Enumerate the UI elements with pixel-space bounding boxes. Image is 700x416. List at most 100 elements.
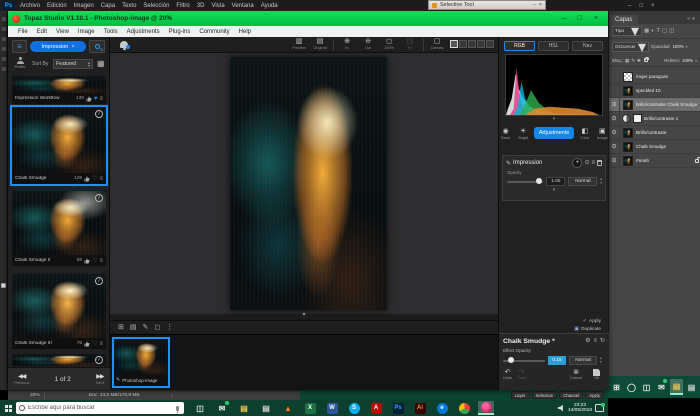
favorite-icon[interactable]: ♥ <box>94 96 98 102</box>
layer-row[interactable]: mujer paraguas <box>609 70 700 84</box>
mask-tool-icon[interactable]: ▤ <box>130 324 137 332</box>
effect-opacity-slider[interactable] <box>503 360 545 362</box>
duplicate-button[interactable]: ▣Duplicate <box>574 326 601 332</box>
menu-icon[interactable]: ≡ <box>12 40 27 53</box>
panel-menu-icon[interactable]: «≡ <box>687 16 700 24</box>
task-view-icon[interactable]: ◫ <box>192 401 208 415</box>
ps-menu-3d[interactable]: 3D <box>197 3 205 9</box>
stepper-icon[interactable]: ▴▾ <box>600 357 602 363</box>
search-button[interactable] <box>89 40 105 53</box>
favorite-icon[interactable]: ♡ <box>92 176 97 182</box>
close-icon[interactable]: × <box>651 3 655 9</box>
excel-icon[interactable]: X <box>302 401 318 415</box>
layer-row[interactable]: ⊙Brillo/contraste <box>609 126 700 140</box>
minimize-icon[interactable]: – <box>628 3 631 9</box>
ps-menu-filtro[interactable]: Filtro <box>176 3 189 9</box>
speaker-icon[interactable] <box>558 405 565 412</box>
thumbs-up-icon[interactable] <box>86 96 92 102</box>
topaz-menu-file[interactable]: File <box>18 29 28 35</box>
layer-visibility-toggle[interactable]: ⊙ <box>609 140 620 154</box>
filter-shape-icon[interactable]: ▢ <box>662 28 667 35</box>
illustrator-icon[interactable]: Ai <box>412 401 428 415</box>
lock-position-icon[interactable]: ✚ <box>637 57 641 64</box>
chevron-down-icon[interactable]: ▾ <box>110 312 498 318</box>
action-center-icon[interactable] <box>595 404 604 412</box>
apply-button[interactable]: ✓Apply <box>583 318 601 324</box>
opacity-slider[interactable] <box>507 181 543 183</box>
microphone-icon[interactable] <box>176 406 179 411</box>
edited-image[interactable] <box>230 57 387 310</box>
ps-menu-edición[interactable]: Edición <box>47 3 67 9</box>
filter-adjustment-icon[interactable]: ◐ <box>651 28 654 35</box>
mail-icon[interactable]: ✉ <box>214 401 230 415</box>
preset-card[interactable]: i <box>12 354 106 366</box>
lock-pixels-icon[interactable]: ✎ <box>631 57 635 64</box>
stepper-icon[interactable]: ▴▾ <box>600 178 602 184</box>
ps-menu-ayuda[interactable]: Ayuda <box>261 3 278 9</box>
histogram-tab-hsl[interactable]: HSL <box>538 41 569 51</box>
ps-menu-selección[interactable]: Selección <box>143 3 169 9</box>
filter-pixel-icon[interactable]: ▦ <box>644 28 649 35</box>
layer-visibility-toggle[interactable] <box>609 84 620 98</box>
preset-menu-icon[interactable]: ≡ <box>99 258 103 264</box>
sort-select[interactable]: Featured ▴▾ <box>53 59 93 69</box>
single-view-icon[interactable] <box>450 40 458 48</box>
opacity-value[interactable]: 1.00 <box>546 177 565 186</box>
favorite-icon[interactable]: ♡ <box>92 258 97 264</box>
ps-menu-texto[interactable]: Texto <box>122 3 136 9</box>
more-tools-icon[interactable]: ⋮ <box>166 324 173 332</box>
taskbar-clock[interactable]: 23:23 14/05/2018 <box>568 403 592 413</box>
preview-button[interactable]: ▥Preview <box>291 38 307 50</box>
favorite-icon[interactable]: ♡ <box>92 341 97 347</box>
brush-tool-icon[interactable]: ✎ <box>143 324 149 332</box>
minimize-icon[interactable]: – <box>562 15 566 22</box>
blend-mode-select[interactable]: Normal <box>568 177 597 186</box>
zoom-fit-button[interactable]: ◳Fit <box>402 38 418 50</box>
next-page-button[interactable]: ▶▶ Next <box>96 373 104 385</box>
zoom-in-button[interactable]: ⊕In <box>339 38 355 50</box>
chevron-down-icon[interactable]: ▾ <box>499 117 609 122</box>
filter-smart-object-icon[interactable]: ◫ <box>669 28 674 35</box>
layer-row[interactable]: ⊙Fondo <box>609 154 700 168</box>
split-view-icon[interactable] <box>459 40 467 48</box>
layer-visibility-toggle[interactable]: ⊙ <box>609 126 620 140</box>
word-icon[interactable]: W <box>324 401 340 415</box>
histogram-tab-nav[interactable]: Nav <box>572 41 603 51</box>
ok-button[interactable]: OK <box>593 369 600 380</box>
visibility-eye-icon[interactable]: ⊙ <box>584 159 589 167</box>
thumbs-up-icon[interactable] <box>84 341 90 347</box>
topaz-menu-image[interactable]: Image <box>78 29 95 35</box>
filmstrip-thumbnail-selected[interactable]: ✎ Photoshop-image <box>114 339 168 386</box>
photoshop-icon[interactable]: Ps <box>390 401 406 415</box>
zoom-100-button[interactable]: ◻100% <box>381 38 397 50</box>
topaz-menu-community[interactable]: Community <box>199 29 229 35</box>
layer-row[interactable]: ⊙brillo/contraste Chalk Smudge II <box>609 98 700 112</box>
histogram-tab-rgb[interactable]: RGB <box>504 41 535 51</box>
basic-nav-button[interactable]: ◉Basic <box>499 127 512 140</box>
file-explorer-icon[interactable]: ▤ <box>236 401 252 415</box>
start-icon[interactable]: ⊞ <box>610 379 623 395</box>
start-button[interactable] <box>0 400 16 416</box>
redo-button[interactable]: ↷Redo <box>517 369 526 380</box>
bright-nav-button[interactable]: ☀Bright <box>516 127 529 140</box>
canvas-button[interactable]: ▢Canvas <box>429 38 445 50</box>
output-tab-channel[interactable]: Channel <box>559 391 583 399</box>
thumbs-up-icon[interactable] <box>84 258 90 264</box>
layer-visibility-toggle[interactable]: ⊙ <box>609 112 620 126</box>
public-filter[interactable]: Public <box>13 57 27 69</box>
reset-icon[interactable]: ↻ <box>600 337 605 345</box>
document-icon[interactable]: ▤ <box>258 401 274 415</box>
preset-card[interactable]: i Chalk Smudge III 76 ♡ ≡ <box>12 274 106 349</box>
selective-tool-window[interactable]: Selective Tool – × <box>428 0 546 10</box>
ps-menu-vista[interactable]: Vista <box>211 3 224 9</box>
canvas-area[interactable] <box>110 53 498 314</box>
photoshop-toolbar-strip[interactable] <box>0 11 8 390</box>
menu-icon[interactable]: ≡ <box>593 337 597 345</box>
lock-all-icon[interactable] <box>644 58 648 62</box>
output-tab-selection[interactable]: Selection <box>532 391 558 399</box>
preset-menu-icon[interactable]: ≡ <box>99 341 103 347</box>
opacity-value[interactable]: 100% <box>673 44 684 49</box>
document-icon[interactable]: ▤ <box>685 379 698 395</box>
acrobat-icon[interactable]: A <box>368 401 384 415</box>
taskbar-search[interactable]: Escribe aquí para buscar <box>16 402 184 414</box>
